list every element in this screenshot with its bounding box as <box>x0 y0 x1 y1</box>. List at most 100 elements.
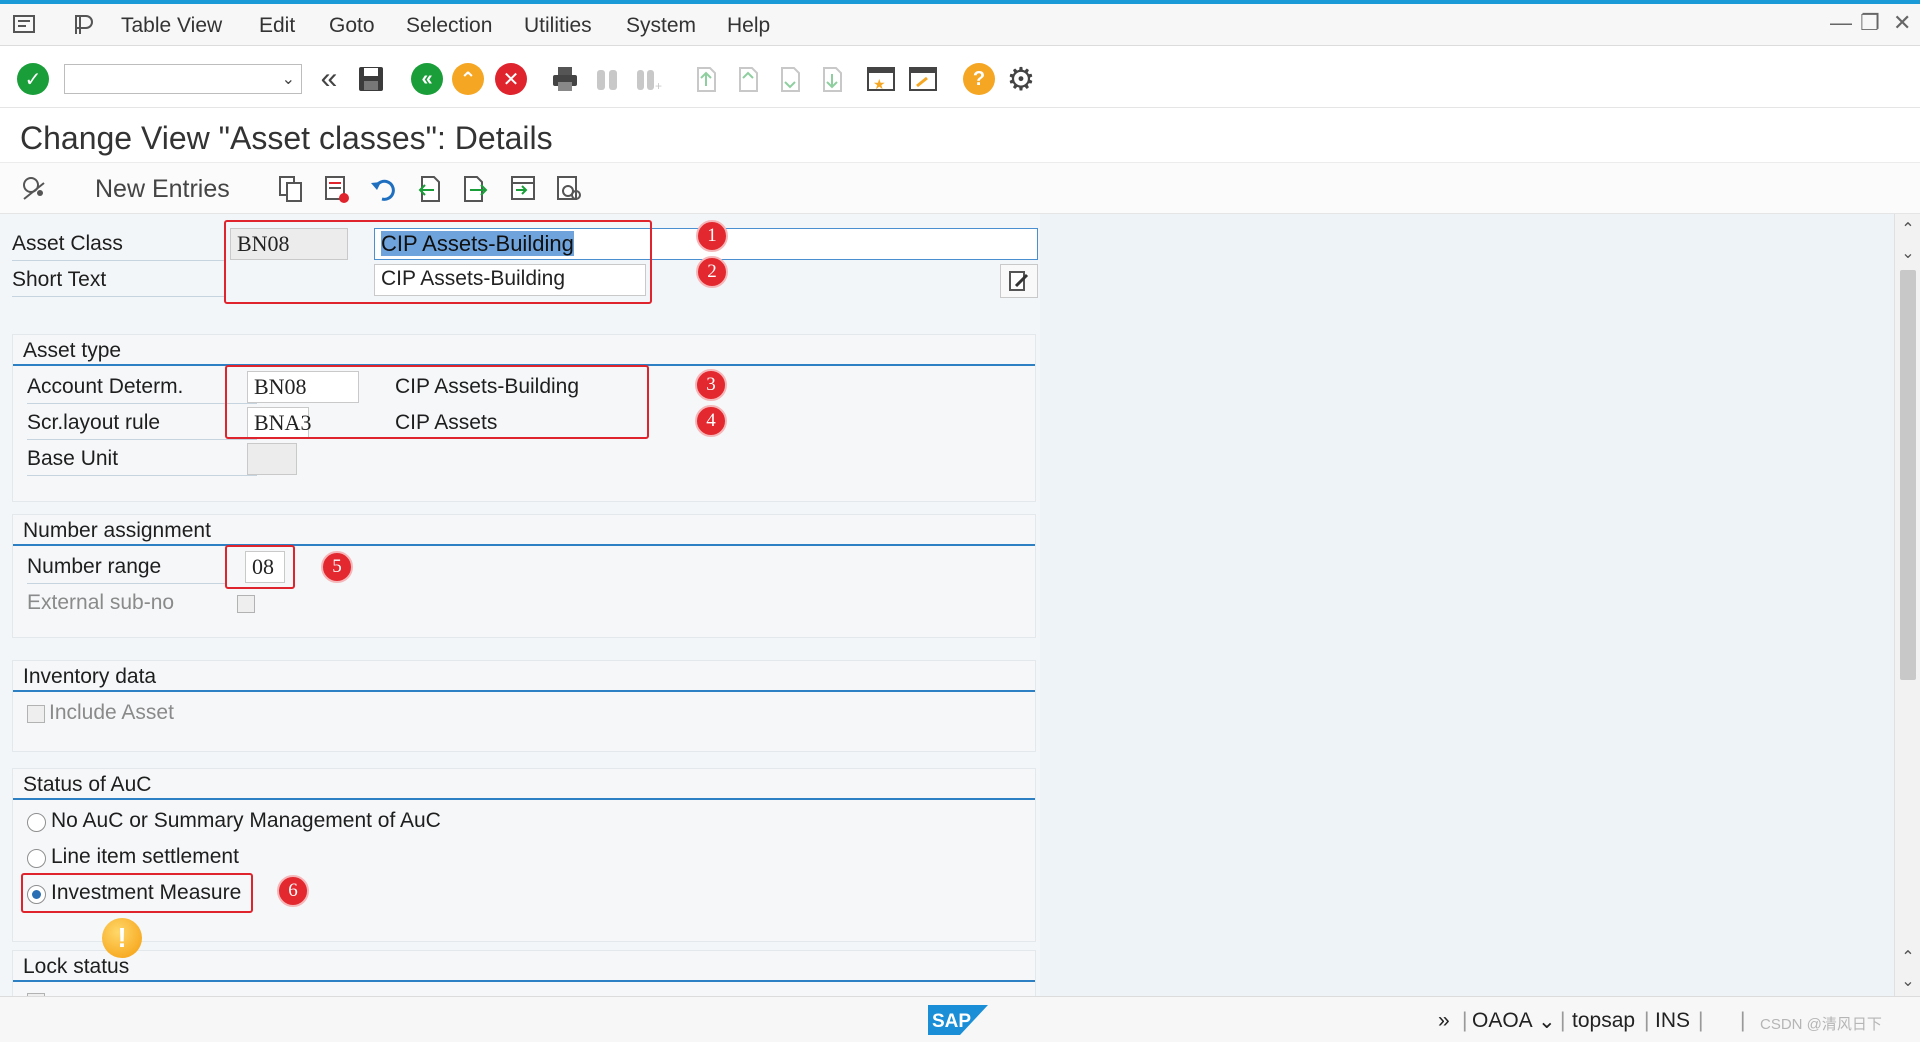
enter-button[interactable]: ✓ <box>16 62 50 96</box>
binoculars-plus-icon: + <box>637 70 662 93</box>
settings-gear-icon[interactable]: ⚙ <box>1004 61 1038 97</box>
exit-button[interactable]: ⌃ <box>451 62 485 96</box>
copy-as-icon[interactable] <box>276 173 306 205</box>
group-divider <box>13 544 1035 546</box>
last-page-button[interactable] <box>814 62 848 96</box>
status-system[interactable]: OAOA <box>1472 1009 1533 1033</box>
status-mode[interactable]: INS <box>1655 1009 1690 1033</box>
status-auc-title: Status of AuC <box>23 773 152 796</box>
scroll-up-icon[interactable]: ⌃ <box>1895 216 1920 242</box>
label-underline <box>27 403 257 404</box>
vertical-scrollbar[interactable]: ⌃ ⌄ ⌃ ⌄ <box>1894 214 1920 996</box>
previous-page-button[interactable] <box>730 62 764 96</box>
next-entry-icon[interactable] <box>460 173 490 205</box>
menu-system[interactable]: System <box>626 14 696 38</box>
shortcut-button[interactable] <box>906 62 940 96</box>
group-divider <box>13 798 1035 800</box>
collapse-toolbar-icon[interactable]: « <box>312 62 346 96</box>
sap-logo-text: SAP <box>932 1011 971 1032</box>
content-area: Asset Class BN08 CIP Assets-Building Sho… <box>0 214 1894 996</box>
find-button[interactable] <box>590 62 624 96</box>
asset-type-title: Asset type <box>23 339 122 362</box>
status-server: topsap <box>1572 1009 1636 1032</box>
new-entries-button[interactable]: New Entries <box>95 175 230 204</box>
external-subno-label: External sub-no <box>27 591 175 614</box>
watermark-text: CSDN @清风日下 <box>1760 1016 1882 1033</box>
chevron-down-icon[interactable]: ⌄ <box>282 69 295 89</box>
scroll-thumb[interactable] <box>1900 270 1916 680</box>
menu-table-view[interactable]: Table View <box>121 14 222 38</box>
status-bar: SAP » | OAOA ⌄ | topsap | INS | | CSDN @… <box>0 996 1920 1042</box>
print-button[interactable] <box>548 62 582 96</box>
lock-status-title: Lock status <box>23 955 130 978</box>
previous-entry-icon[interactable] <box>414 173 444 205</box>
label-underline <box>27 583 227 584</box>
menu-utilities[interactable]: Utilities <box>524 14 592 38</box>
cancel-button[interactable]: ✕ <box>494 62 528 96</box>
select-all-icon[interactable] <box>508 173 538 205</box>
number-range-label: Number range <box>27 555 162 578</box>
radio-line-item-settlement[interactable] <box>27 849 46 868</box>
first-page-button[interactable] <box>688 62 722 96</box>
page-title: Change View "Asset classes": Details <box>20 120 553 156</box>
status-expand-arrows[interactable]: » <box>1438 1009 1450 1033</box>
save-icon <box>359 67 383 91</box>
undo-icon[interactable] <box>368 173 398 205</box>
sap-logo: SAP <box>928 1005 988 1035</box>
last-page-icon <box>823 67 842 92</box>
menu-goto[interactable]: Goto <box>329 14 375 38</box>
status-separator: | <box>1644 1009 1650 1032</box>
display-change-icon[interactable] <box>20 173 50 205</box>
svg-text:+: + <box>655 79 662 93</box>
chevron-down-icon[interactable]: ⌄ <box>1538 1009 1556 1034</box>
inventory-data-group: Inventory data Include Asset <box>12 660 1036 752</box>
annotation-badge-6: 6 <box>277 875 309 907</box>
edit-text-icon <box>1009 271 1029 291</box>
annotation-badge-2: 2 <box>696 256 728 288</box>
include-asset-checkbox[interactable] <box>27 705 45 723</box>
menu-toggle-icon[interactable] <box>12 12 38 38</box>
minimize-icon[interactable]: — <box>1830 10 1852 36</box>
annotation-badge-4: 4 <box>695 405 727 437</box>
title-area: Change View "Asset classes": Details <box>0 108 1920 162</box>
page-down-up-icon[interactable]: ⌃ <box>1895 944 1920 970</box>
group-divider <box>13 690 1035 692</box>
scroll-down-icon[interactable]: ⌄ <box>1895 968 1920 994</box>
label-underline <box>12 260 224 261</box>
menu-p-icon[interactable] <box>70 12 96 38</box>
external-subno-checkbox[interactable] <box>237 595 255 613</box>
create-session-button[interactable]: ★ <box>864 62 898 96</box>
page-up-icon[interactable]: ⌄ <box>1895 240 1920 266</box>
command-field[interactable]: ⌄ <box>64 64 302 94</box>
restore-icon[interactable]: ❐ <box>1860 10 1880 36</box>
status-separator: | <box>1698 1009 1704 1032</box>
menu-help[interactable]: Help <box>727 14 770 38</box>
menu-edit[interactable]: Edit <box>259 14 295 38</box>
asset-class-label: Asset Class <box>12 232 123 255</box>
cancel-icon: ✕ <box>495 63 527 95</box>
long-text-button[interactable] <box>1000 264 1038 298</box>
radio-no-auc[interactable] <box>27 813 46 832</box>
help-button[interactable]: ? <box>962 62 996 96</box>
close-window-icon[interactable]: ✕ <box>1893 10 1911 36</box>
menu-selection[interactable]: Selection <box>406 14 492 38</box>
exit-icon: ⌃ <box>452 63 484 95</box>
radio-line-item-settlement-label: Line item settlement <box>51 845 239 868</box>
label-underline <box>27 439 257 440</box>
status-separator: | <box>1740 1009 1746 1032</box>
next-page-button[interactable] <box>772 62 806 96</box>
include-asset-label: Include Asset <box>49 701 174 724</box>
back-button[interactable]: « <box>410 62 444 96</box>
binoculars-icon <box>597 70 617 90</box>
label-underline <box>12 296 224 297</box>
base-unit-label: Base Unit <box>27 447 119 470</box>
delete-icon[interactable] <box>322 173 352 205</box>
base-unit-field[interactable] <box>247 443 297 475</box>
find-next-button[interactable]: + <box>632 62 666 96</box>
where-used-icon[interactable] <box>554 173 584 205</box>
number-assignment-title: Number assignment <box>23 519 211 542</box>
save-button[interactable] <box>354 62 388 96</box>
standard-toolbar: ✓ ⌄ « « ⌃ ✕ + ★ ? ⚙ <box>0 46 1920 108</box>
lock-status-group: Lock status <box>12 950 1036 996</box>
highlight-box-number-range <box>225 545 295 589</box>
